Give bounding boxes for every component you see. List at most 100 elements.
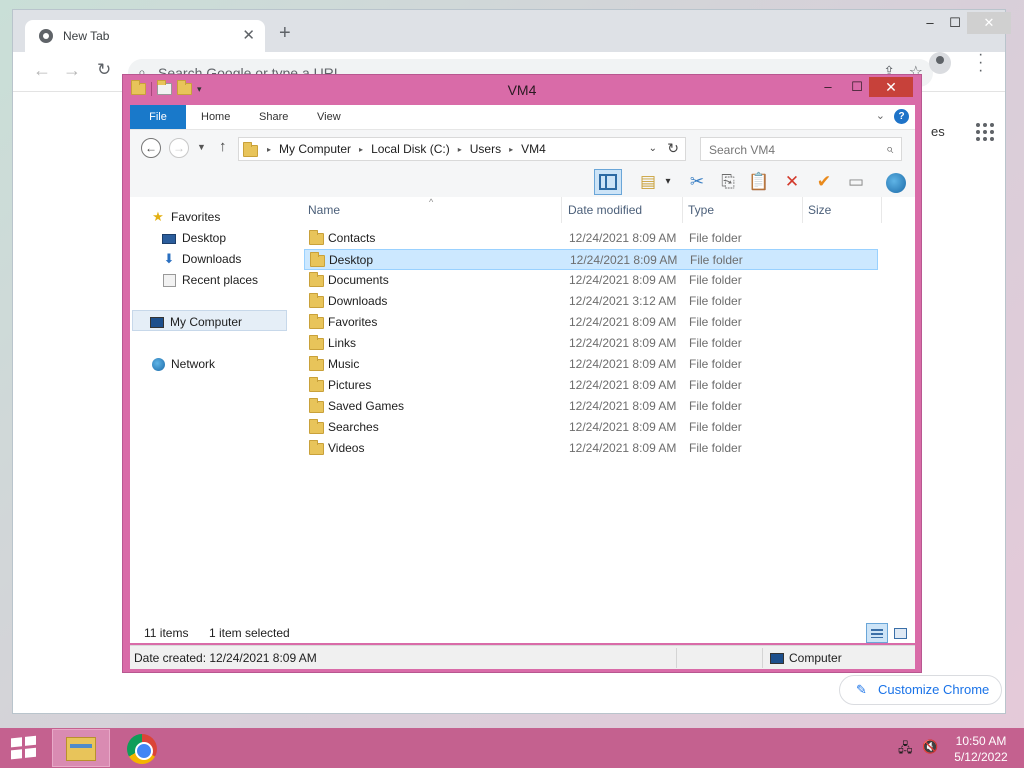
checkmark-icon[interactable]: ✔	[810, 169, 838, 195]
explorer-maximize-button[interactable]: ☐	[844, 77, 870, 97]
expand-ribbon-icon[interactable]: ⌄	[876, 109, 885, 122]
column-header-date-modified[interactable]: Date modified	[564, 197, 683, 223]
chrome-menu-icon[interactable]: · · ·	[978, 47, 986, 79]
explorer-title-bar[interactable]: ▾ VM4 – ☐ ✕	[123, 75, 921, 105]
apps-grid-icon[interactable]	[976, 123, 994, 141]
breadcrumb-arrow-icon[interactable]: ▸	[267, 145, 271, 154]
nav-downloads-label: Downloads	[182, 252, 242, 266]
cut-icon[interactable]: ✂	[683, 169, 711, 195]
back-button[interactable]: ←	[141, 138, 161, 158]
refresh-icon[interactable]: ↻	[667, 140, 679, 157]
forward-arrow-icon[interactable]: →	[63, 60, 81, 81]
file-row[interactable]: Music 12/24/2021 8:09 AM File folder	[304, 354, 878, 375]
details-view-button[interactable]	[866, 623, 888, 643]
file-row[interactable]: Desktop 12/24/2021 8:09 AM File folder	[304, 249, 878, 270]
chrome-close-button[interactable]: ✕	[967, 12, 1011, 34]
nav-desktop[interactable]: Desktop	[161, 227, 226, 248]
file-type: File folder	[689, 315, 742, 329]
chrome-icon	[127, 734, 157, 764]
address-bar[interactable]: ▸ My Computer ▸ Local Disk (C:) ▸ Users …	[238, 137, 686, 161]
nav-recent-label: Recent places	[182, 273, 259, 287]
breadcrumb-local-disk[interactable]: Local Disk (C:)	[371, 142, 450, 156]
apps-link-text[interactable]: es	[931, 124, 945, 139]
tab-close-icon[interactable]: ✕	[242, 26, 255, 44]
nav-recent-places[interactable]: Recent places	[161, 269, 258, 290]
reload-icon[interactable]: ↻	[97, 60, 111, 80]
folder-icon	[309, 293, 324, 308]
file-row[interactable]: Pictures 12/24/2021 8:09 AM File folder	[304, 375, 878, 396]
globe-icon[interactable]	[882, 169, 910, 195]
file-date-modified: 12/24/2021 8:09 AM	[569, 336, 677, 350]
up-arrow-icon[interactable]: ↑	[219, 138, 227, 155]
column-header-name[interactable]: Name	[304, 197, 562, 223]
folder-icon	[243, 142, 258, 157]
delete-icon[interactable]: ✕	[778, 169, 806, 195]
breadcrumb-arrow-icon[interactable]: ▸	[458, 145, 462, 154]
rename-icon[interactable]: ▭	[842, 169, 870, 195]
network-tray-icon[interactable]: 🖧	[898, 739, 913, 761]
nav-downloads[interactable]: ⬇ Downloads	[161, 248, 242, 269]
back-arrow-icon[interactable]: ←	[33, 60, 51, 81]
desktop-icon	[161, 227, 177, 248]
explorer-close-button[interactable]: ✕	[869, 77, 913, 97]
breadcrumb-users[interactable]: Users	[470, 142, 501, 156]
recent-places-icon	[161, 269, 177, 290]
file-row[interactable]: Favorites 12/24/2021 8:09 AM File folder	[304, 312, 878, 333]
forward-button[interactable]: →	[169, 138, 189, 158]
breadcrumb-arrow-icon[interactable]: ▸	[359, 145, 363, 154]
file-date-modified: 12/24/2021 8:09 AM	[569, 420, 677, 434]
address-dropdown-icon[interactable]: ⌄	[649, 143, 657, 154]
file-type: File folder	[689, 420, 742, 434]
file-name: Pictures	[328, 378, 372, 392]
start-button[interactable]	[0, 728, 48, 768]
profile-avatar-icon[interactable]	[929, 52, 951, 74]
column-header-size[interactable]: Size	[804, 197, 882, 223]
nav-network[interactable]: Network	[150, 353, 215, 374]
taskbar-chrome[interactable]	[113, 729, 171, 767]
new-tab-button[interactable]: +	[279, 22, 291, 45]
file-type: File folder	[689, 294, 742, 308]
paste-icon[interactable]: 📋	[745, 169, 773, 195]
file-row[interactable]: Saved Games 12/24/2021 8:09 AM File folder	[304, 396, 878, 417]
file-row[interactable]: Videos 12/24/2021 8:09 AM File folder	[304, 438, 878, 459]
properties-button[interactable]: ▤	[634, 169, 662, 195]
downloads-icon: ⬇	[163, 251, 175, 266]
search-input[interactable]: Search VM4 ⌕	[700, 137, 902, 161]
recent-locations-icon[interactable]: ▼	[197, 142, 206, 152]
breadcrumb-arrow-icon[interactable]: ▸	[509, 145, 513, 154]
breadcrumb-my-computer[interactable]: My Computer	[279, 142, 351, 156]
file-row[interactable]: Contacts 12/24/2021 8:09 AM File folder	[304, 228, 878, 249]
nav-favorites[interactable]: ★ Favorites	[150, 206, 220, 227]
file-row[interactable]: Links 12/24/2021 8:09 AM File folder	[304, 333, 878, 354]
nav-favorites-label: Favorites	[171, 210, 221, 224]
windows-logo-icon	[11, 735, 37, 761]
copy-icon[interactable]: ⎘	[714, 169, 742, 195]
large-icons-view-button[interactable]	[889, 623, 911, 643]
tab-view[interactable]: View	[317, 105, 341, 129]
folder-icon	[309, 440, 324, 455]
nav-my-computer[interactable]: My Computer	[132, 310, 287, 331]
command-bar: ▤ ▾ ✂ ⎘ 📋 ✕ ✔ ▭	[130, 167, 915, 197]
file-name: Videos	[328, 441, 365, 455]
properties-dropdown-icon[interactable]: ▾	[660, 169, 676, 195]
search-placeholder: Search VM4	[709, 143, 776, 157]
tab-share[interactable]: Share	[259, 105, 288, 129]
help-icon[interactable]: ?	[894, 109, 909, 124]
network-icon	[150, 353, 166, 374]
file-row[interactable]: Searches 12/24/2021 8:09 AM File folder	[304, 417, 878, 438]
taskbar-file-explorer[interactable]	[52, 729, 110, 767]
tab-home[interactable]: Home	[201, 105, 230, 129]
tab-file[interactable]: File	[130, 105, 186, 129]
file-row[interactable]: Documents 12/24/2021 8:09 AM File folder	[304, 270, 878, 291]
preview-pane-button[interactable]	[594, 169, 622, 195]
volume-muted-icon[interactable]: 🔇	[922, 739, 938, 755]
file-row[interactable]: Downloads 12/24/2021 3:12 AM File folder	[304, 291, 878, 312]
file-list: ^ Name Date modified Type Size Contacts 1…	[304, 197, 915, 609]
tab-new-tab[interactable]: New Tab ✕	[25, 20, 265, 52]
customize-chrome-button[interactable]: ✎ Customize Chrome	[839, 675, 1002, 705]
column-header-type[interactable]: Type	[684, 197, 803, 223]
breadcrumb: ▸ My Computer ▸ Local Disk (C:) ▸ Users …	[267, 142, 546, 156]
explorer-minimize-button[interactable]: –	[815, 77, 841, 97]
system-clock[interactable]: 10:50 AM 5/12/2022	[950, 733, 1012, 765]
breadcrumb-vm4[interactable]: VM4	[521, 142, 546, 156]
